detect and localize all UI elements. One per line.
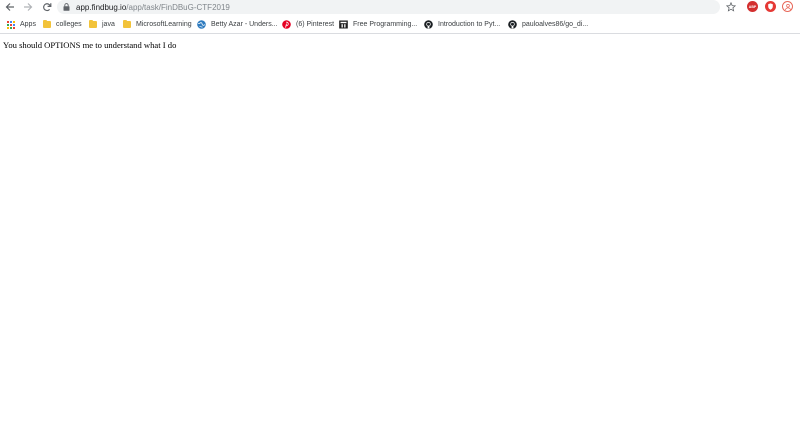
bookmark-apps[interactable]: Apps	[6, 15, 36, 34]
star-icon	[726, 2, 736, 12]
forward-arrow-icon	[24, 3, 33, 11]
apps-grid-icon	[6, 20, 15, 29]
github-icon	[424, 20, 433, 29]
github-icon	[508, 20, 517, 29]
page-message: You should OPTIONS me to understand what…	[3, 40, 177, 50]
address-bar[interactable]: app.findbug.io/app/task/FinDBuG-CTF2019	[57, 0, 720, 14]
profile-avatar-icon[interactable]	[782, 1, 793, 12]
bookmark-colleges[interactable]: colleges	[42, 15, 82, 34]
bookmark-pauloalves86[interactable]: pauloalves86/go_di...	[508, 15, 588, 34]
bookmark-label: java	[102, 21, 115, 28]
bookmark-label: MicrosoftLearning	[136, 21, 192, 28]
folder-icon	[42, 19, 51, 29]
bookmark-label: Introduction to Pyt...	[438, 21, 501, 28]
bookmark-label: Apps	[20, 21, 36, 28]
url-path: /app/task/FinDBuG-CTF2019	[126, 2, 230, 12]
extension-shield-icon[interactable]	[765, 1, 776, 12]
reload-icon	[43, 3, 52, 12]
bookmark-label: pauloalves86/go_di...	[522, 21, 589, 28]
bookmarks-bar: Apps colleges java MicrosoftLearning Bet…	[0, 15, 800, 34]
bookmark-pinterest[interactable]: (6) Pinterest	[282, 15, 334, 34]
reload-button[interactable]	[39, 0, 55, 14]
adblock-extension-icon[interactable]: ABP	[747, 1, 758, 12]
bookmark-star-button[interactable]	[725, 0, 737, 14]
folder-icon	[88, 19, 97, 29]
back-button[interactable]	[2, 0, 18, 14]
bookmark-label: Free Programming...	[353, 21, 418, 28]
abp-badge-text: ABP	[748, 4, 757, 9]
bookmark-free-programming[interactable]: Free Programming...	[339, 15, 417, 34]
browser-toolbar: app.findbug.io/app/task/FinDBuG-CTF2019 …	[0, 0, 800, 14]
bookmark-betty-azar[interactable]: Betty Azar - Unders...	[197, 15, 278, 34]
bookmark-label: colleges	[56, 21, 82, 28]
folder-icon	[122, 19, 131, 29]
forward-button[interactable]	[20, 0, 36, 14]
bookmark-java[interactable]: java	[88, 15, 115, 34]
bookmark-introduction-to-python[interactable]: Introduction to Pyt...	[424, 15, 500, 34]
url-text: app.findbug.io/app/task/FinDBuG-CTF2019	[76, 3, 230, 12]
bookmark-label: (6) Pinterest	[296, 21, 335, 28]
back-arrow-icon	[5, 3, 14, 11]
globe-icon	[197, 20, 206, 29]
bookmark-label: Betty Azar - Unders...	[211, 21, 278, 28]
lock-icon[interactable]	[63, 2, 71, 12]
bookmark-microsoftlearning[interactable]: MicrosoftLearning	[122, 15, 192, 34]
pinterest-icon	[282, 20, 291, 29]
url-host: app.findbug.io	[76, 2, 127, 12]
site-icon	[339, 20, 348, 29]
